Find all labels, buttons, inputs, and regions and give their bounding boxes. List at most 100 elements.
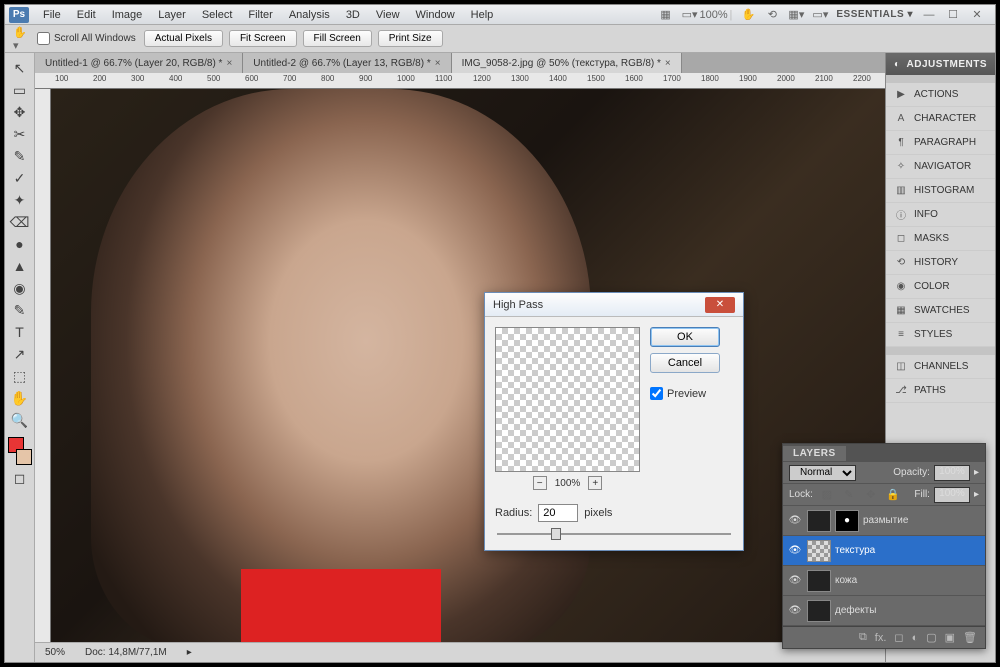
panel-paragraph[interactable]: ¶PARAGRAPH: [886, 131, 995, 155]
tool-7[interactable]: ⌫: [8, 211, 32, 233]
layer-thumbnail[interactable]: [807, 570, 831, 592]
tool-4[interactable]: ✎: [8, 145, 32, 167]
visibility-icon[interactable]: 👁: [787, 605, 803, 616]
panel-styles[interactable]: ≡STYLES: [886, 323, 995, 347]
layer-thumbnail[interactable]: [807, 600, 831, 622]
menu-window[interactable]: Window: [408, 7, 463, 23]
workspace-switcher[interactable]: ESSENTIALS ▾: [836, 9, 913, 20]
tool-14[interactable]: ⬚: [8, 365, 32, 387]
tool-13[interactable]: ↗: [8, 343, 32, 365]
adjustment-layer-icon[interactable]: ◐: [912, 632, 919, 644]
layer-thumbnail[interactable]: [807, 510, 831, 532]
tool-11[interactable]: ✎: [8, 299, 32, 321]
actual-pixels-button[interactable]: Actual Pixels: [144, 30, 223, 47]
adjustments-header[interactable]: ◐ADJUSTMENTS: [886, 53, 995, 75]
menu-help[interactable]: Help: [463, 7, 502, 23]
tool-1[interactable]: ▭: [8, 79, 32, 101]
slider-thumb[interactable]: [551, 528, 561, 540]
zoom-level[interactable]: 100%: [706, 7, 722, 23]
panel-color[interactable]: ◉COLOR: [886, 275, 995, 299]
zoom-out-button[interactable]: −: [533, 476, 547, 490]
layer-mask-icon[interactable]: ◻: [894, 631, 903, 644]
layers-tab[interactable]: LAYERS: [783, 444, 985, 462]
status-arrow-icon[interactable]: ▸: [187, 647, 192, 658]
menu-view[interactable]: View: [368, 7, 408, 23]
scroll-all-checkbox[interactable]: [37, 32, 50, 45]
close-icon[interactable]: ✕: [969, 7, 985, 23]
color-swatches[interactable]: [8, 437, 32, 465]
minimize-icon[interactable]: —: [921, 7, 937, 23]
menu-filter[interactable]: Filter: [240, 7, 280, 23]
tool-5[interactable]: ✓: [8, 167, 32, 189]
lock-transparent-icon[interactable]: ▨: [819, 487, 835, 503]
menu-file[interactable]: File: [35, 7, 69, 23]
fit-screen-button[interactable]: Fit Screen: [229, 30, 297, 47]
menu-3d[interactable]: 3D: [338, 7, 368, 23]
dialog-close-button[interactable]: ✕: [705, 297, 735, 313]
dialog-titlebar[interactable]: High Pass ✕: [485, 293, 743, 317]
lock-image-icon[interactable]: ✎: [841, 487, 857, 503]
link-layers-icon[interactable]: ⧉: [859, 631, 867, 644]
opacity-input[interactable]: 100%: [934, 465, 970, 481]
lock-position-icon[interactable]: ✥: [863, 487, 879, 503]
panel-channels[interactable]: ◫CHANNELS: [886, 355, 995, 379]
panel-info[interactable]: ⓘINFO: [886, 203, 995, 227]
layer-mask-thumbnail[interactable]: ●: [835, 510, 859, 532]
panel-histogram[interactable]: ▥HISTOGRAM: [886, 179, 995, 203]
visibility-icon[interactable]: 👁: [787, 515, 803, 526]
panel-swatches[interactable]: ▦SWATCHES: [886, 299, 995, 323]
cancel-button[interactable]: Cancel: [650, 353, 720, 373]
filter-preview[interactable]: [495, 327, 640, 472]
status-zoom[interactable]: 50%: [45, 647, 65, 658]
tool-3[interactable]: ✂: [8, 123, 32, 145]
panel-masks[interactable]: ◻MASKS: [886, 227, 995, 251]
tab-close-icon[interactable]: ×: [665, 58, 671, 69]
blend-mode-select[interactable]: Normal: [789, 465, 856, 481]
tab-close-icon[interactable]: ×: [435, 58, 441, 69]
doc-tab[interactable]: Untitled-1 @ 66.7% (Layer 20, RGB/8) *×: [35, 53, 243, 73]
menu-layer[interactable]: Layer: [150, 7, 194, 23]
canvas[interactable]: [51, 89, 885, 642]
layer-row[interactable]: 👁●размытие: [783, 506, 985, 536]
preview-checkbox[interactable]: [650, 387, 663, 400]
panel-history[interactable]: ⟲HISTORY: [886, 251, 995, 275]
delete-layer-icon[interactable]: 🗑: [963, 631, 977, 644]
doc-tab[interactable]: IMG_9058-2.jpg @ 50% (текстура, RGB/8) *…: [452, 53, 682, 73]
menu-select[interactable]: Select: [194, 7, 241, 23]
rotate-icon[interactable]: ⟲: [764, 7, 780, 23]
layer-row[interactable]: 👁кожа: [783, 566, 985, 596]
fill-screen-button[interactable]: Fill Screen: [303, 30, 372, 47]
tool-9[interactable]: ▲: [8, 255, 32, 277]
zoom-in-button[interactable]: +: [588, 476, 602, 490]
layer-fx-icon[interactable]: fx.: [875, 632, 887, 644]
tool-6[interactable]: ✦: [8, 189, 32, 211]
tool-16[interactable]: 🔍: [8, 409, 32, 431]
fill-input[interactable]: 100%: [934, 487, 970, 503]
ok-button[interactable]: OK: [650, 327, 720, 347]
screen-mode-icon[interactable]: ▭▾: [812, 7, 828, 23]
visibility-icon[interactable]: 👁: [787, 575, 803, 586]
visibility-icon[interactable]: 👁: [787, 545, 803, 556]
panel-actions[interactable]: ▶ACTIONS: [886, 83, 995, 107]
scroll-all-windows-check[interactable]: Scroll All Windows: [37, 32, 136, 45]
panel-character[interactable]: ACHARACTER: [886, 107, 995, 131]
maximize-icon[interactable]: ☐: [945, 7, 961, 23]
background-color[interactable]: [16, 449, 32, 465]
tool-10[interactable]: ◉: [8, 277, 32, 299]
radius-input[interactable]: [538, 504, 578, 522]
layer-group-icon[interactable]: ▢: [926, 631, 936, 644]
panel-navigator[interactable]: ✧NAVIGATOR: [886, 155, 995, 179]
hand-icon[interactable]: ✋: [740, 7, 756, 23]
print-size-button[interactable]: Print Size: [378, 30, 443, 47]
tool-8[interactable]: ●: [8, 233, 32, 255]
menu-analysis[interactable]: Analysis: [281, 7, 338, 23]
layer-thumbnail[interactable]: [807, 540, 831, 562]
lock-all-icon[interactable]: 🔒: [885, 487, 901, 503]
tool-12[interactable]: T: [8, 321, 32, 343]
doc-tab[interactable]: Untitled-2 @ 66.7% (Layer 13, RGB/8) *×: [243, 53, 451, 73]
panel-paths[interactable]: ⎇PATHS: [886, 379, 995, 403]
tool-2[interactable]: ✥: [8, 101, 32, 123]
tool-0[interactable]: ↖: [8, 57, 32, 79]
launch-bridge-icon[interactable]: ▦: [658, 7, 674, 23]
menu-image[interactable]: Image: [104, 7, 151, 23]
